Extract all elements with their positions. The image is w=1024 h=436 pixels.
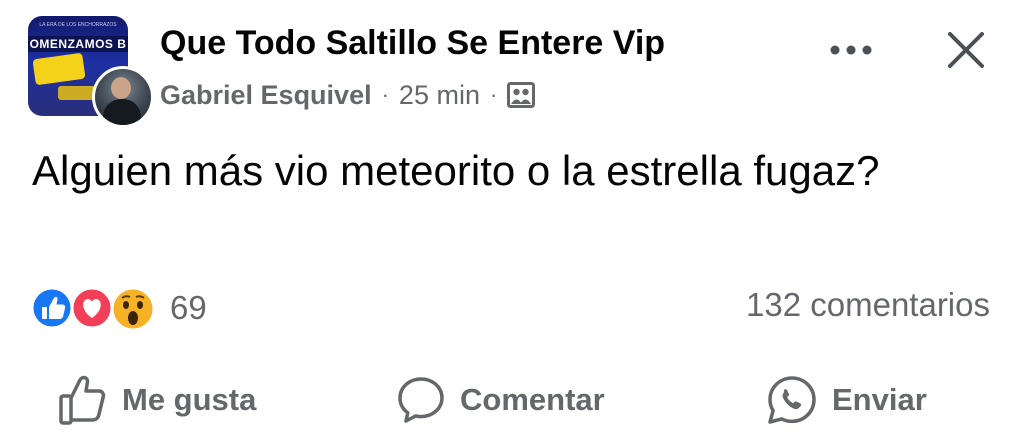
thumbs-up-icon bbox=[59, 375, 106, 425]
group-name[interactable]: Que Todo Saltillo Se Entere Vip bbox=[160, 24, 665, 63]
post-meta: Gabriel Esquivel · 25 min · bbox=[160, 78, 536, 112]
comment-icon bbox=[398, 377, 444, 423]
reactions-summary[interactable]: 69 bbox=[30, 284, 207, 332]
comment-label: Comentar bbox=[460, 382, 605, 417]
whatsapp-icon bbox=[768, 376, 816, 424]
action-bar: Me gusta Comentar Enviar bbox=[0, 360, 1024, 436]
author-avatar[interactable] bbox=[92, 66, 154, 128]
group-privacy-icon bbox=[507, 82, 536, 108]
more-icon bbox=[830, 45, 872, 55]
comment-button[interactable]: Comentar bbox=[396, 374, 605, 426]
send-button[interactable]: Enviar bbox=[766, 374, 927, 426]
reaction-icons[interactable] bbox=[30, 284, 160, 332]
group-avatar-small-text: LA ERA DE LOS ENCHORRAZOS bbox=[39, 22, 117, 28]
post-time[interactable]: 25 min bbox=[399, 80, 480, 111]
post-card: LA ERA DE LOS ENCHORRAZOS OMENZAMOS B Qu… bbox=[0, 0, 1024, 436]
send-label: Enviar bbox=[832, 382, 927, 417]
author-name[interactable]: Gabriel Esquivel bbox=[160, 80, 372, 111]
avatar-group[interactable]: LA ERA DE LOS ENCHORRAZOS OMENZAMOS B bbox=[28, 16, 154, 128]
close-icon bbox=[948, 32, 984, 68]
group-avatar-banner: OMENZAMOS B bbox=[28, 36, 128, 52]
wow-icon bbox=[110, 286, 156, 337]
more-options-button[interactable] bbox=[826, 32, 876, 68]
group-avatar-graphic bbox=[32, 52, 86, 86]
close-button[interactable] bbox=[940, 24, 992, 76]
love-icon bbox=[70, 286, 114, 335]
like-label: Me gusta bbox=[122, 382, 257, 417]
like-button[interactable]: Me gusta bbox=[58, 374, 256, 426]
comments-count[interactable]: 132 comentarios bbox=[746, 286, 990, 324]
meta-separator: · bbox=[489, 82, 498, 107]
reaction-count[interactable]: 69 bbox=[170, 289, 207, 327]
meta-separator: · bbox=[381, 82, 389, 107]
like-icon bbox=[30, 286, 74, 335]
post-text: Alguien más vio meteorito o la estrella … bbox=[32, 147, 880, 194]
